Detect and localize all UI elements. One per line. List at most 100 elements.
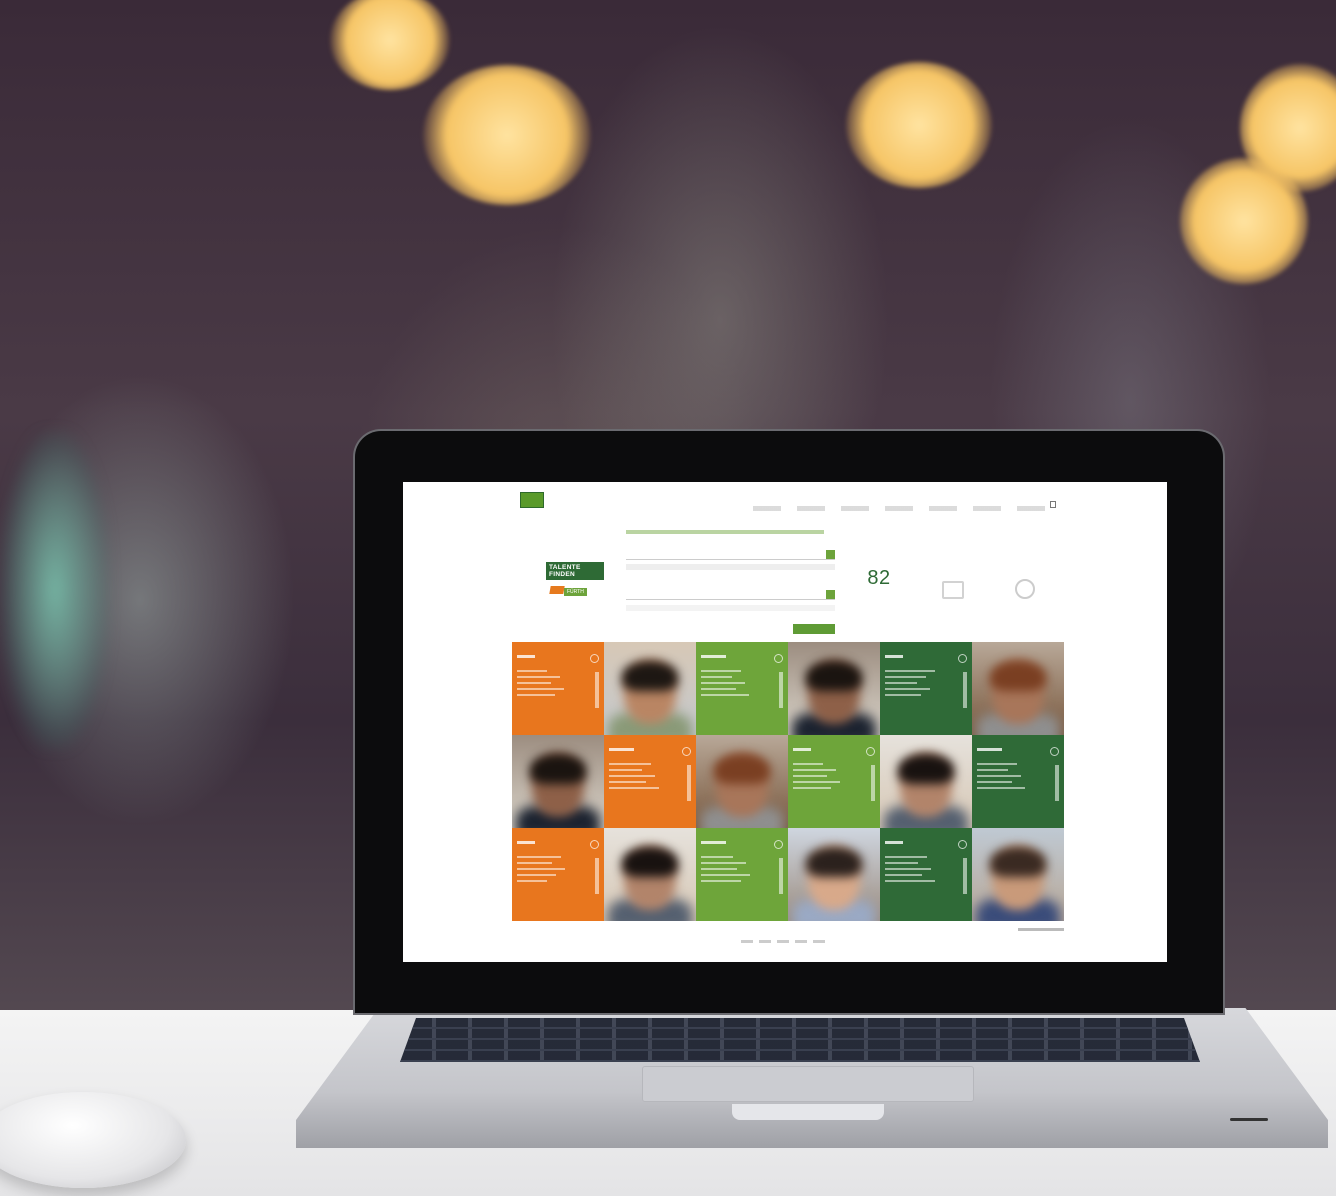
info-icon[interactable]: [1050, 747, 1059, 756]
talent-card[interactable]: [696, 642, 788, 735]
talent-card[interactable]: [788, 735, 880, 828]
talent-name-bar: [517, 655, 535, 658]
info-icon[interactable]: [774, 840, 783, 849]
detail-line: [701, 682, 745, 684]
detail-line: [517, 868, 565, 870]
detail-line: [609, 787, 659, 789]
talent-name-bar: [701, 841, 726, 844]
info-icon[interactable]: [682, 747, 691, 756]
detail-line: [701, 856, 733, 858]
talent-name-bar: [609, 748, 634, 751]
talent-details: [885, 670, 937, 700]
talent-card[interactable]: [972, 735, 1064, 828]
detail-line: [701, 874, 750, 876]
detail-line: [701, 868, 737, 870]
detail-line: [517, 676, 560, 678]
detail-line: [701, 880, 741, 882]
talente-finden-logo: TALENTE FINDEN FÜRTH: [546, 562, 604, 606]
detail-line: [793, 763, 823, 765]
photo-hair: [530, 753, 586, 784]
talent-photo[interactable]: [972, 642, 1064, 735]
talent-photo[interactable]: [880, 735, 972, 828]
detail-line: [609, 769, 642, 771]
detail-line: [701, 694, 749, 696]
detail-line: [977, 787, 1025, 789]
talent-details: [517, 856, 569, 886]
logo-badge-icon: [520, 492, 544, 508]
photo-hair: [806, 660, 862, 691]
logo-subtitle: FÜRTH: [564, 588, 587, 596]
info-icon[interactable]: [958, 654, 967, 663]
detail-line: [885, 676, 926, 678]
search-button[interactable]: [793, 624, 835, 634]
detail-line: [885, 862, 918, 864]
photo-hair: [806, 846, 862, 877]
talent-photo[interactable]: [788, 642, 880, 735]
photo-hair: [990, 846, 1046, 877]
detail-line: [977, 769, 1008, 771]
talent-card[interactable]: [512, 828, 604, 921]
vertical-label: [871, 765, 875, 801]
detail-line: [885, 670, 935, 672]
vertical-label: [963, 672, 967, 708]
site-logo-small[interactable]: [520, 492, 603, 508]
talent-details: [517, 670, 569, 700]
talent-photo[interactable]: [696, 735, 788, 828]
detail-line: [793, 769, 836, 771]
field1-subbar: [626, 564, 835, 570]
detail-line: [701, 670, 741, 672]
talent-name-bar: [793, 748, 811, 751]
detail-line: [885, 880, 935, 882]
info-icon[interactable]: [590, 840, 599, 849]
photo-hair: [898, 753, 954, 784]
info-icon[interactable]: [958, 840, 967, 849]
detail-line: [609, 775, 655, 777]
talent-photo[interactable]: [604, 642, 696, 735]
power-icon[interactable]: [1015, 579, 1035, 599]
info-icon[interactable]: [774, 654, 783, 663]
detail-line: [701, 688, 736, 690]
logo-accent: [549, 586, 565, 594]
talent-card[interactable]: [880, 828, 972, 921]
nav-menu-icon[interactable]: [1050, 501, 1056, 508]
logo-title: TALENTE FINDEN: [546, 562, 604, 580]
talent-photo[interactable]: [972, 828, 1064, 921]
talent-card[interactable]: [696, 828, 788, 921]
detail-line: [517, 880, 547, 882]
detail-line: [885, 856, 927, 858]
talent-name-bar: [885, 841, 903, 844]
talent-details: [609, 763, 661, 793]
more-link[interactable]: [1018, 928, 1064, 931]
count-stat: 82: [859, 567, 899, 590]
info-icon[interactable]: [590, 654, 599, 663]
talent-photo[interactable]: [512, 735, 604, 828]
detail-line: [517, 874, 556, 876]
nav-rule: [753, 506, 1055, 511]
detail-line: [517, 670, 547, 672]
laptop-keyboard-rows: [400, 1018, 1200, 1062]
laptop-screen: TALENTE FINDEN FÜRTH 82: [403, 482, 1167, 962]
vertical-label: [687, 765, 691, 801]
talent-card[interactable]: [880, 642, 972, 735]
detail-line: [885, 682, 917, 684]
vertical-label: [595, 672, 599, 708]
vertical-label: [1055, 765, 1059, 801]
chevron-down-icon: [826, 550, 835, 559]
detail-line: [609, 781, 646, 783]
talent-card[interactable]: [604, 735, 696, 828]
talent-photo[interactable]: [788, 828, 880, 921]
detail-line: [977, 775, 1021, 777]
detail-line: [977, 763, 1017, 765]
photo-hair: [714, 753, 770, 784]
laptop-led: [1230, 1118, 1268, 1121]
check-mail-icon[interactable]: [942, 581, 964, 599]
talent-card[interactable]: [512, 642, 604, 735]
detail-line: [517, 682, 551, 684]
talent-photo[interactable]: [604, 828, 696, 921]
bokeh-light: [846, 62, 992, 188]
field2-select[interactable]: [626, 590, 835, 600]
field1-select[interactable]: [626, 550, 835, 560]
talent-grid: [512, 642, 1064, 921]
bokeh-light: [423, 65, 591, 205]
info-icon[interactable]: [866, 747, 875, 756]
